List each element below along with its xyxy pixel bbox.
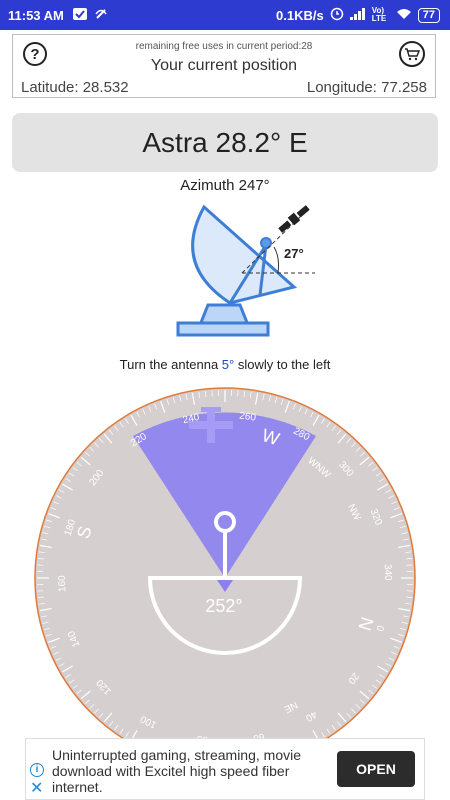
elevation-label: 27° xyxy=(284,246,304,261)
azimuth-label: Azimuth 247° xyxy=(180,177,270,194)
clock: 11:53 AM xyxy=(8,7,64,23)
ad-close-icon[interactable]: ✕ xyxy=(30,781,43,797)
satellite-icon xyxy=(278,205,310,233)
ad-text: Uninterrupted gaming, streaming, movie d… xyxy=(52,747,302,795)
compass-dial: 252° 240 26028030032034002040608010012014… xyxy=(34,387,416,740)
signal-icon xyxy=(349,7,366,23)
shield-check-icon xyxy=(72,7,88,24)
position-title: Your current position xyxy=(150,57,298,74)
muted-notification-icon xyxy=(94,7,108,24)
battery-icon: 77 xyxy=(417,7,440,23)
remaining-uses: remaining free uses in current period:28 xyxy=(135,41,313,52)
compass-tick-label: 340 xyxy=(382,564,394,581)
position-panel: ? remaining free uses in current period:… xyxy=(12,34,436,98)
ad-info-icon[interactable]: i xyxy=(30,763,44,777)
network-speed: 0.1KB/s xyxy=(276,7,324,23)
latitude-value: Latitude: 28.532 xyxy=(21,79,129,96)
ad-open-button[interactable]: OPEN xyxy=(337,751,415,787)
compass-tick-label: 160 xyxy=(57,575,69,592)
wifi-icon xyxy=(396,8,412,23)
longitude-value: Longitude: 77.258 xyxy=(306,79,427,96)
dish-illustration: 27° xyxy=(176,204,315,337)
status-bar: 11:53 AM 0.1KB/s Vo) LTE 77 xyxy=(0,0,450,30)
compass-tick-label: 260 xyxy=(239,410,257,423)
satellite-name: Astra 28.2° E xyxy=(142,126,308,158)
lte-label: Vo) LTE xyxy=(371,6,387,23)
ad-banner[interactable]: i ✕ Uninterrupted gaming, streaming, mov… xyxy=(25,738,425,800)
satellite-selector[interactable]: Astra 28.2° E xyxy=(12,113,438,172)
alarm-icon xyxy=(330,7,344,24)
cart-icon[interactable] xyxy=(399,41,425,67)
dish-icon xyxy=(176,204,298,337)
heading-readout: 252° xyxy=(205,596,242,616)
